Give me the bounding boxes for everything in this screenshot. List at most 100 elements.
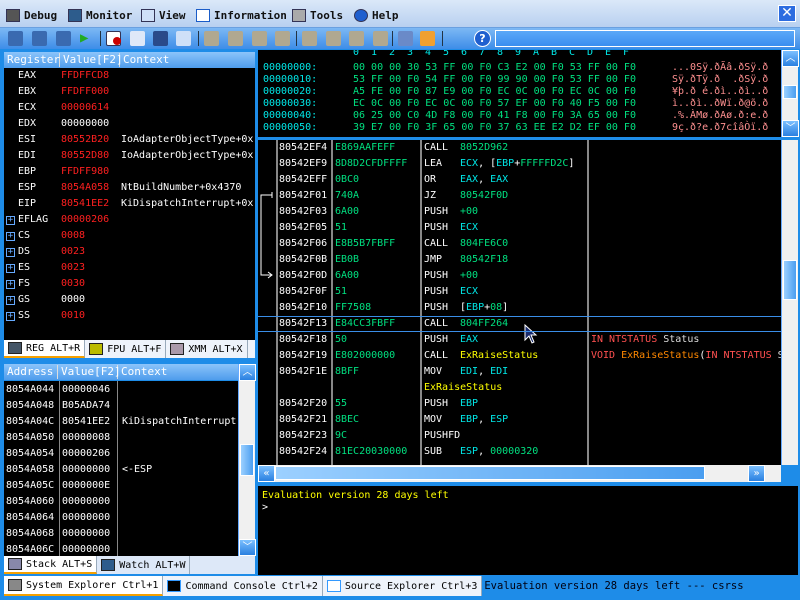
instruction-address[interactable]: 80542F03 xyxy=(279,204,327,220)
stack-value[interactable]: 00000000 xyxy=(62,510,110,526)
instruction-address[interactable]: 80542F24 xyxy=(279,444,327,460)
hex-bytes[interactable]: 53 FF 00 F0 54 FF 00 F0 99 90 00 F0 53 F… xyxy=(353,74,636,86)
computer-icon[interactable] xyxy=(420,31,435,46)
menu-monitor[interactable]: Monitor xyxy=(68,7,132,23)
command-console[interactable]: Evaluation version 28 days left > xyxy=(258,486,798,575)
instruction-address[interactable]: 80542EFF xyxy=(279,172,327,188)
hex-bytes[interactable]: EC 0C 00 F0 EC 0C 00 F0 57 EF 00 F0 40 F… xyxy=(353,98,636,110)
menu-view[interactable]: View xyxy=(141,7,186,23)
expand-icon[interactable]: + xyxy=(6,248,15,257)
tab-watch[interactable]: Watch ALT+W xyxy=(97,556,191,574)
forward-icon[interactable] xyxy=(252,31,267,46)
hex-address[interactable]: 00000020: xyxy=(263,86,317,98)
register-value[interactable]: 0023 xyxy=(61,260,85,276)
register-value[interactable]: 80552D80 xyxy=(61,148,109,164)
disassembly-hscrollbar[interactable]: « » xyxy=(258,465,781,482)
column-context[interactable]: Context xyxy=(118,365,170,379)
instruction-address[interactable]: 80542EF9 xyxy=(279,156,327,172)
stack-address[interactable]: 8054A060 xyxy=(6,494,54,510)
register-value[interactable]: 00000000 xyxy=(61,116,109,132)
stack-address[interactable]: 8054A048 xyxy=(6,398,54,414)
step-into-icon[interactable] xyxy=(8,31,23,46)
stack-value[interactable]: 00000000 xyxy=(62,542,110,556)
step-out-icon[interactable] xyxy=(56,31,71,46)
stack-address[interactable]: 8054A05C xyxy=(6,478,54,494)
instruction-address[interactable]: 80542F21 xyxy=(279,412,327,428)
split-icon[interactable] xyxy=(176,31,191,46)
page-icon[interactable] xyxy=(302,31,317,46)
disassembly-scrollbar[interactable] xyxy=(781,140,798,465)
stack-value[interactable]: 00000000 xyxy=(62,462,110,478)
scroll-right-button[interactable]: » xyxy=(748,465,765,482)
hex-bytes[interactable]: 00 00 00 30 53 FF 00 F0 C3 E2 00 F0 53 F… xyxy=(353,62,636,74)
stack-address[interactable]: 8054A068 xyxy=(6,526,54,542)
scroll-down-button[interactable]: ﹀ xyxy=(782,120,799,137)
expand-icon[interactable]: + xyxy=(6,232,15,241)
run-icon[interactable]: ▶ xyxy=(80,31,95,46)
register-value[interactable]: 0023 xyxy=(61,244,85,260)
command-input[interactable] xyxy=(495,30,795,47)
register-value[interactable]: FFDFF000 xyxy=(61,84,109,100)
instruction-address[interactable]: 80542F20 xyxy=(279,396,327,412)
hex-address[interactable]: 00000000: xyxy=(263,62,317,74)
expand-icon[interactable]: + xyxy=(6,312,15,321)
instruction-address[interactable]: 80542F0F xyxy=(279,284,327,300)
instruction-address[interactable]: 80542F06 xyxy=(279,236,327,252)
instruction-address[interactable]: 80542F13 xyxy=(279,316,327,332)
menu-tools[interactable]: Tools xyxy=(292,7,343,23)
register-value[interactable]: FFDFFCD8 xyxy=(61,68,109,84)
instruction-address[interactable]: 80542EF4 xyxy=(279,140,327,156)
stack-address[interactable]: 8054A050 xyxy=(6,430,54,446)
instruction-address[interactable]: 80542F10 xyxy=(279,300,327,316)
register-value[interactable]: 0008 xyxy=(61,228,85,244)
instruction-address[interactable]: 80542F0B xyxy=(279,252,327,268)
new-bookmark-icon[interactable] xyxy=(204,31,219,46)
register-value[interactable]: 00000206 xyxy=(61,212,109,228)
hex-bytes[interactable]: 06 25 00 C0 4D F8 00 F0 41 F8 00 F0 3A 6… xyxy=(353,110,636,122)
expand-icon[interactable]: + xyxy=(6,216,15,225)
tab-system-explorer[interactable]: System Explorer Ctrl+1 xyxy=(4,576,164,596)
register-value[interactable]: FFDFF980 xyxy=(61,164,109,180)
column-context[interactable]: Context xyxy=(120,53,172,67)
stack-address[interactable]: 8054A044 xyxy=(6,382,54,398)
stack-value[interactable]: B05ADA74 xyxy=(62,398,110,414)
instruction-address[interactable]: 80542F18 xyxy=(279,332,327,348)
scroll-thumb[interactable] xyxy=(783,260,797,300)
column-value[interactable]: Value[F2] xyxy=(58,365,121,379)
register-value[interactable]: 80552B20 xyxy=(61,132,109,148)
register-value[interactable]: 8054A058 xyxy=(61,180,109,196)
tab-fpu[interactable]: FPU ALT+F xyxy=(85,340,167,358)
instruction-address[interactable]: 80542F05 xyxy=(279,220,327,236)
instruction-address[interactable]: 80542F23 xyxy=(279,428,327,444)
column-address[interactable]: Address xyxy=(4,365,58,379)
instruction-address[interactable]: 80542F19 xyxy=(279,348,327,364)
tab-stack[interactable]: Stack ALT+S xyxy=(4,556,98,574)
scroll-up-button[interactable]: ︿ xyxy=(782,50,799,67)
scroll-left-button[interactable]: « xyxy=(258,465,275,482)
page-prev-icon[interactable] xyxy=(349,31,364,46)
stack-address[interactable]: 8054A058 xyxy=(6,462,54,478)
stack-value[interactable]: 00000008 xyxy=(62,430,110,446)
stack-address[interactable]: 8054A06C xyxy=(6,542,54,556)
expand-icon[interactable]: + xyxy=(6,264,15,273)
register-value[interactable]: 00000614 xyxy=(61,100,109,116)
tab-reg[interactable]: REG ALT+R xyxy=(4,340,86,358)
column-register[interactable]: Register xyxy=(4,53,60,67)
stack-value[interactable]: 00000206 xyxy=(62,446,110,462)
stack-address[interactable]: 8054A054 xyxy=(6,446,54,462)
scroll-thumb[interactable] xyxy=(275,466,705,480)
scroll-thumb[interactable] xyxy=(240,444,254,476)
register-value[interactable]: 0010 xyxy=(61,308,85,324)
stack-address[interactable]: 8054A064 xyxy=(6,510,54,526)
hex-address[interactable]: 00000030: xyxy=(263,98,317,110)
close-button[interactable]: ✕ xyxy=(778,5,796,22)
stack-value[interactable]: 0000000E xyxy=(62,478,110,494)
stack-address[interactable]: 8054A04C xyxy=(6,414,54,430)
step-over-icon[interactable] xyxy=(32,31,47,46)
register-value[interactable]: 80541EE2 xyxy=(61,196,109,212)
menu-information[interactable]: Information xyxy=(196,7,287,23)
back-icon[interactable] xyxy=(228,31,243,46)
expand-icon[interactable]: + xyxy=(6,280,15,289)
hex-bytes[interactable]: 39 E7 00 F0 3F 65 00 F0 37 63 EE E2 D2 E… xyxy=(353,122,636,134)
console-prompt[interactable]: > xyxy=(262,502,794,514)
